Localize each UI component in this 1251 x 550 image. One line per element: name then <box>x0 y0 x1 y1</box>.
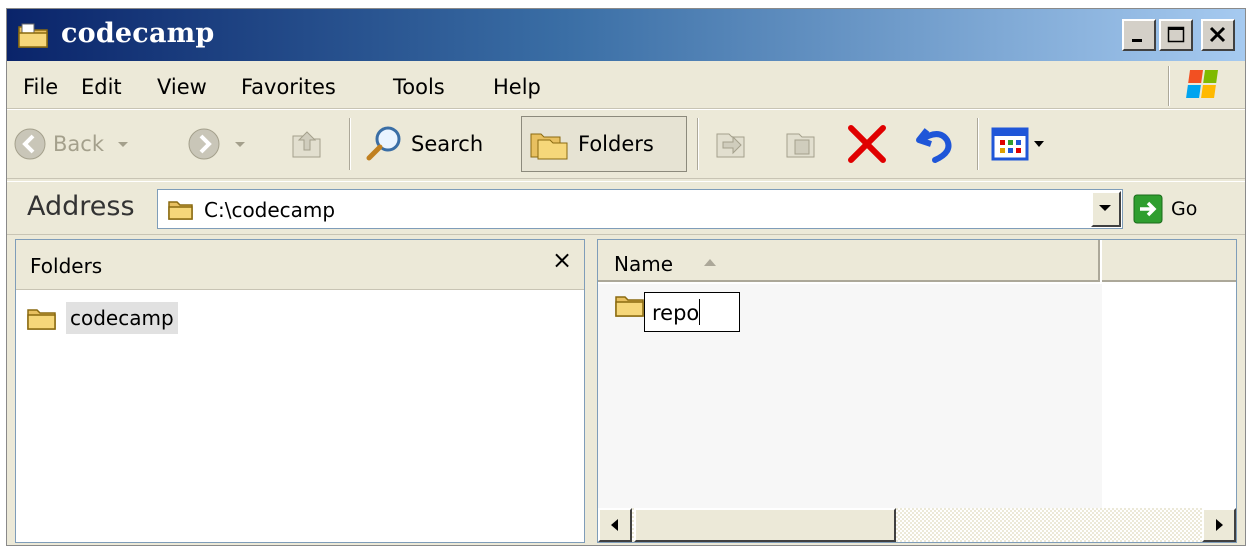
toolbar-separator <box>697 118 699 170</box>
folder-icon <box>17 21 51 49</box>
address-input[interactable]: C:\codecamp <box>157 189 1123 229</box>
back-button[interactable]: Back <box>13 116 132 172</box>
tree-item-codecamp[interactable]: codecamp <box>26 302 178 334</box>
folders-pane-header: Folders × <box>16 240 584 290</box>
back-arrow-icon <box>14 128 46 160</box>
menu-edit[interactable]: Edit <box>81 75 122 99</box>
window-title: codecamp <box>61 18 215 49</box>
column-header-blank[interactable] <box>1102 240 1236 282</box>
address-value: C:\codecamp <box>204 198 336 222</box>
up-folder-button[interactable] <box>289 116 325 172</box>
address-bar: Address C:\codecamp Go <box>7 181 1245 235</box>
folders-pane: Folders × codecamp <box>15 239 585 543</box>
chevron-down-icon[interactable] <box>114 138 132 150</box>
file-list-pane: Name repo <box>597 239 1237 543</box>
views-icon <box>991 127 1029 161</box>
explorer-window: codecamp File Edit View Favorites Tools … <box>6 8 1246 546</box>
folders-button[interactable]: Folders <box>521 116 687 172</box>
standard-toolbar: Back Search Folders <box>7 109 1245 179</box>
search-button[interactable]: Search <box>365 116 483 172</box>
back-label: Back <box>53 132 104 156</box>
horizontal-scrollbar[interactable] <box>598 508 1236 542</box>
menu-file[interactable]: File <box>23 75 58 99</box>
delete-button[interactable] <box>845 116 889 172</box>
rename-value: repo <box>652 301 700 325</box>
move-to-button[interactable] <box>713 116 749 172</box>
menu-favorites[interactable]: Favorites <box>241 75 336 99</box>
folders-label: Folders <box>578 132 654 156</box>
folder-icon <box>615 296 644 317</box>
go-label: Go <box>1171 198 1198 220</box>
folders-pane-title: Folders <box>30 254 103 278</box>
column-name-label: Name <box>614 252 674 276</box>
address-label: Address <box>27 191 135 222</box>
menu-help[interactable]: Help <box>493 75 541 99</box>
text-caret <box>699 299 701 325</box>
sort-ascending-icon <box>704 259 716 266</box>
chevron-down-icon <box>1099 205 1111 211</box>
search-label: Search <box>411 132 484 156</box>
search-icon <box>366 126 401 161</box>
arrow-left-icon <box>611 519 618 531</box>
tree-item-label: codecamp <box>66 302 178 334</box>
close-icon[interactable]: × <box>552 246 572 274</box>
menu-view[interactable]: View <box>157 75 207 99</box>
pane-splitter[interactable] <box>587 239 595 543</box>
toolbar-separator <box>977 118 979 170</box>
column-header-name[interactable]: Name <box>598 240 1100 282</box>
forward-button[interactable] <box>187 116 249 172</box>
close-button[interactable] <box>1201 19 1235 51</box>
maximize-button[interactable] <box>1159 19 1193 51</box>
delete-x-icon <box>848 125 886 163</box>
folder-icon <box>27 309 56 330</box>
title-bar[interactable]: codecamp <box>7 9 1245 61</box>
forward-arrow-icon <box>188 128 220 160</box>
rename-input[interactable]: repo <box>644 292 740 332</box>
folders-icon <box>530 133 568 160</box>
menu-tools[interactable]: Tools <box>393 75 445 99</box>
copy-to-button[interactable] <box>783 116 819 172</box>
minimize-button[interactable] <box>1122 19 1156 51</box>
scroll-left-button[interactable] <box>598 508 632 542</box>
undo-button[interactable] <box>913 116 957 172</box>
up-folder-icon <box>292 131 321 158</box>
address-dropdown-button[interactable] <box>1091 191 1121 227</box>
go-button[interactable]: Go <box>1133 194 1197 224</box>
copy-to-icon <box>786 133 815 158</box>
chevron-down-icon[interactable] <box>231 138 249 150</box>
views-button[interactable] <box>991 116 1047 172</box>
menu-bar: File Edit View Favorites Tools Help <box>7 63 1245 109</box>
scroll-right-button[interactable] <box>1202 508 1236 542</box>
folder-icon <box>168 201 193 220</box>
arrow-right-icon <box>1216 519 1223 531</box>
undo-icon <box>916 128 952 163</box>
go-arrow-icon <box>1133 194 1163 224</box>
move-to-icon <box>716 133 745 158</box>
toolbar-separator <box>349 118 351 170</box>
rename-text: repo <box>652 299 701 325</box>
list-item[interactable] <box>614 292 646 323</box>
scrollbar-thumb[interactable] <box>634 508 896 542</box>
windows-logo-icon <box>1169 66 1239 106</box>
chevron-down-icon[interactable] <box>1031 138 1047 150</box>
